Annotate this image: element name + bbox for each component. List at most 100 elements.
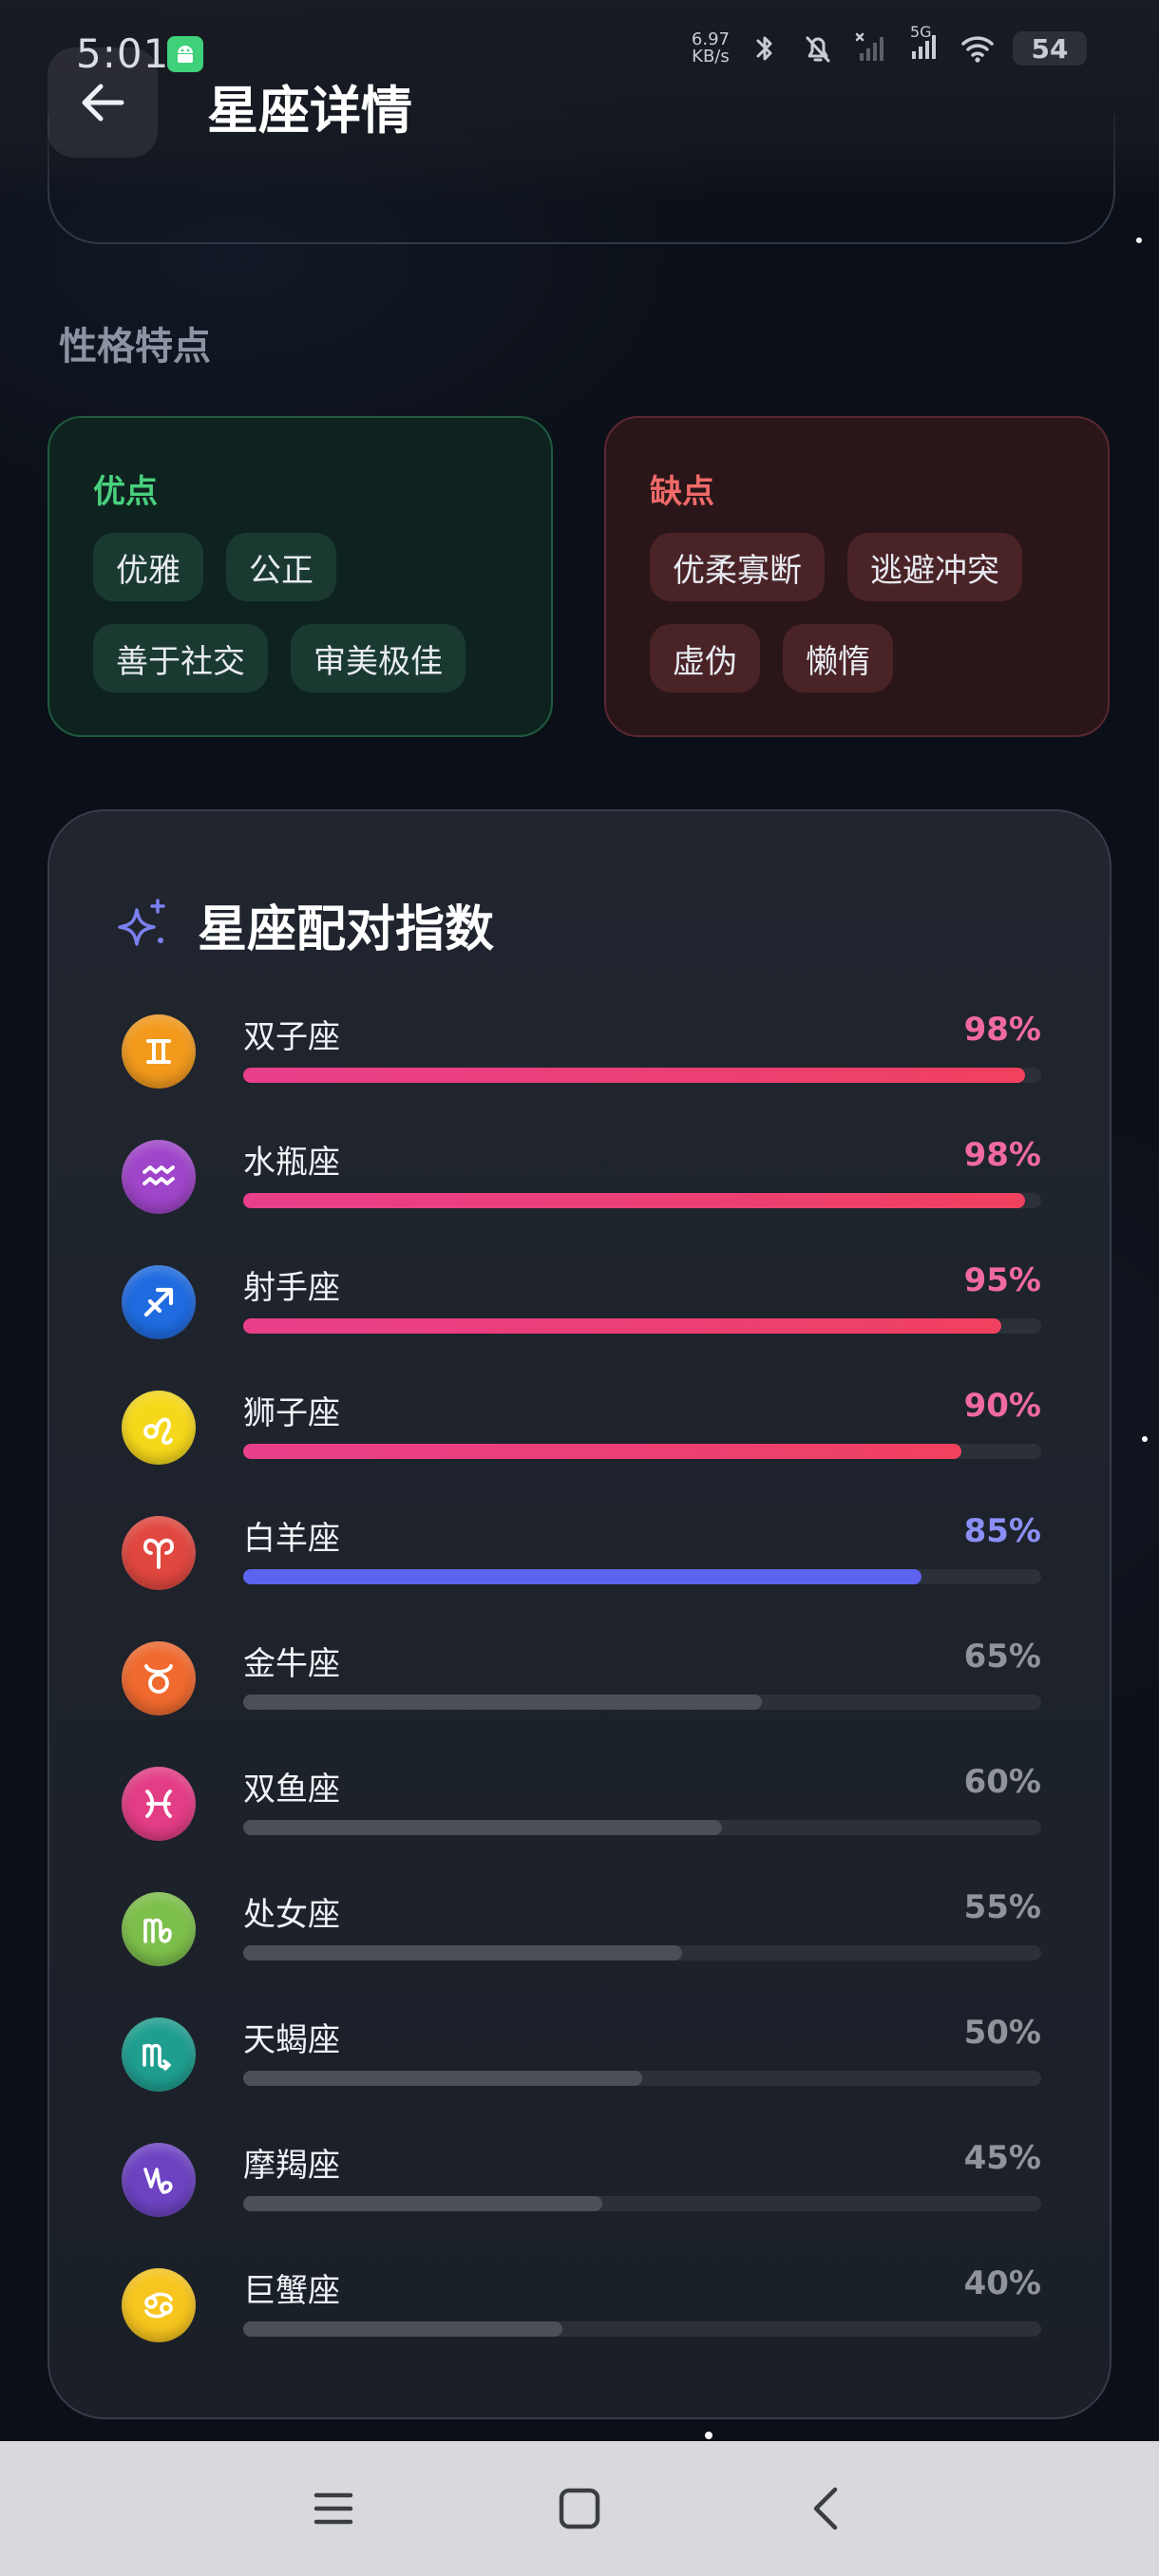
match-percentage: 60% xyxy=(963,1763,1041,1801)
match-bar-fill xyxy=(243,1820,722,1835)
pros-tag: 公正 xyxy=(226,533,336,601)
match-percentage: 95% xyxy=(963,1261,1041,1299)
compatibility-title: 星座配对指数 xyxy=(198,901,495,958)
gemini-icon xyxy=(122,1014,196,1089)
match-bar-track xyxy=(243,1068,1041,1083)
match-bar-track xyxy=(243,2321,1041,2337)
bell-muted-icon xyxy=(806,36,830,63)
recent-apps-button[interactable] xyxy=(300,2475,367,2542)
network-speed: 6.97 KB/s xyxy=(692,31,730,66)
compatibility-row: 射手座 95% xyxy=(122,1261,1041,1387)
match-bar-fill xyxy=(243,1068,1026,1083)
pros-tag: 审美极佳 xyxy=(291,624,466,692)
pros-tag: 善于社交 xyxy=(93,624,268,692)
cons-title: 缺点 xyxy=(650,473,714,511)
match-percentage: 50% xyxy=(963,2014,1041,2052)
compatibility-row: 金牛座 65% xyxy=(122,1638,1041,1763)
match-percentage: 98% xyxy=(963,1136,1041,1174)
compatibility-header: 星座配对指数 xyxy=(116,889,494,960)
sign-name: 处女座 xyxy=(243,1896,340,1934)
sign-name: 摩羯座 xyxy=(243,2147,340,2185)
system-navbar xyxy=(0,2441,1159,2576)
match-bar-track xyxy=(243,1193,1041,1208)
match-percentage: 45% xyxy=(963,2139,1041,2177)
match-bar-track xyxy=(243,1444,1041,1459)
sign-name: 狮子座 xyxy=(243,1394,340,1432)
aquarius-icon xyxy=(122,1140,196,1214)
compatibility-row: 白羊座 85% xyxy=(122,1512,1041,1638)
match-bar-fill xyxy=(243,2196,602,2211)
match-bar-track xyxy=(243,2196,1041,2211)
match-bar-fill xyxy=(243,1695,762,1710)
match-bar-track xyxy=(243,1820,1041,1835)
match-percentage: 98% xyxy=(963,1011,1041,1049)
compatibility-row: 巨蟹座 40% xyxy=(122,2264,1041,2390)
compatibility-row: 双子座 98% xyxy=(122,1011,1041,1136)
compatibility-row: 双鱼座 60% xyxy=(122,1763,1041,1888)
capricorn-icon xyxy=(122,2143,196,2217)
page-title: 星座详情 xyxy=(207,81,412,141)
cons-card: 缺点 优柔寡断 逃避冲突 虚伪 懒惰 xyxy=(604,416,1110,737)
sign-name: 水瓶座 xyxy=(243,1144,340,1182)
star-decoration xyxy=(705,2432,712,2439)
back-button[interactable] xyxy=(48,47,158,158)
sign-name: 射手座 xyxy=(243,1269,340,1307)
leo-icon xyxy=(122,1391,196,1465)
match-bar-fill xyxy=(243,1318,1001,1334)
sign-name: 双子座 xyxy=(243,1018,340,1056)
match-percentage: 40% xyxy=(963,2264,1041,2302)
sagittarius-icon xyxy=(122,1265,196,1339)
sign-name: 巨蟹座 xyxy=(243,2272,340,2310)
match-bar-track xyxy=(243,1318,1041,1334)
battery-indicator: 54 xyxy=(1013,31,1087,66)
chevron-left-icon xyxy=(813,2487,838,2530)
match-bar-fill xyxy=(243,2321,562,2337)
cons-tag: 懒惰 xyxy=(783,624,893,692)
section-title: 性格特点 xyxy=(59,325,211,369)
sparkle-icon xyxy=(118,898,165,946)
match-bar-fill xyxy=(243,1569,922,1584)
star-decoration xyxy=(1136,237,1142,243)
compatibility-list: 双子座 98% 水瓶座 98% 射手座 95% 狮子座 90% 白羊座 85% 金牛座 65% 双鱼座 6… xyxy=(122,1011,1041,2390)
sign-name: 天蝎座 xyxy=(243,2021,340,2059)
match-bar-track xyxy=(243,1695,1041,1710)
compatibility-card: 星座配对指数 双子座 98% 水瓶座 98% 射手座 95% 狮子座 90% 白羊座 85% 金牛座… xyxy=(48,809,1112,2419)
match-bar-track xyxy=(243,1945,1041,1960)
pros-tag: 优雅 xyxy=(93,533,203,601)
network-speed-unit: KB/s xyxy=(692,47,730,66)
sign-name: 双鱼座 xyxy=(243,1771,340,1809)
pros-card: 优点 优雅 公正 善于社交 审美极佳 xyxy=(48,416,553,737)
arrow-left-icon xyxy=(82,84,124,122)
compatibility-row: 摩羯座 45% xyxy=(122,2139,1041,2264)
home-square-icon xyxy=(559,2488,600,2529)
compatibility-row: 水瓶座 98% xyxy=(122,1136,1041,1261)
cons-tag-list: 优柔寡断 逃避冲突 虚伪 懒惰 xyxy=(650,533,1064,692)
signal-type-label: 5G xyxy=(910,23,932,41)
compatibility-row: 天蝎座 50% xyxy=(122,2014,1041,2139)
nav-back-button[interactable] xyxy=(794,2475,861,2542)
home-button[interactable] xyxy=(546,2475,613,2542)
aries-icon xyxy=(122,1516,196,1590)
match-bar-track xyxy=(243,2071,1041,2086)
cons-tag: 优柔寡断 xyxy=(650,533,825,601)
match-bar-fill xyxy=(243,1444,961,1459)
signal-off-icon xyxy=(855,32,884,61)
cancer-icon xyxy=(122,2268,196,2342)
pros-title: 优点 xyxy=(93,473,158,511)
scorpio-icon xyxy=(122,2017,196,2092)
match-percentage: 90% xyxy=(963,1387,1041,1425)
virgo-icon xyxy=(122,1892,196,1966)
cons-tag: 逃避冲突 xyxy=(847,533,1022,601)
taurus-icon xyxy=(122,1641,196,1715)
star-decoration xyxy=(1142,1436,1148,1442)
android-icon xyxy=(167,36,203,72)
match-percentage: 55% xyxy=(963,1888,1041,1926)
bluetooth-icon xyxy=(756,36,772,61)
status-icons: 6.97 KB/s 5G 54 xyxy=(692,23,1087,68)
match-bar-track xyxy=(243,1569,1041,1584)
match-bar-fill xyxy=(243,1945,682,1960)
compatibility-row: 处女座 55% xyxy=(122,1888,1041,2014)
screen: 5:01 6.97 KB/s 5G 54 星座详情 性格特点 优点 优雅 公正 … xyxy=(0,0,1159,2576)
menu-icon xyxy=(314,2492,353,2525)
match-percentage: 85% xyxy=(963,1512,1041,1550)
